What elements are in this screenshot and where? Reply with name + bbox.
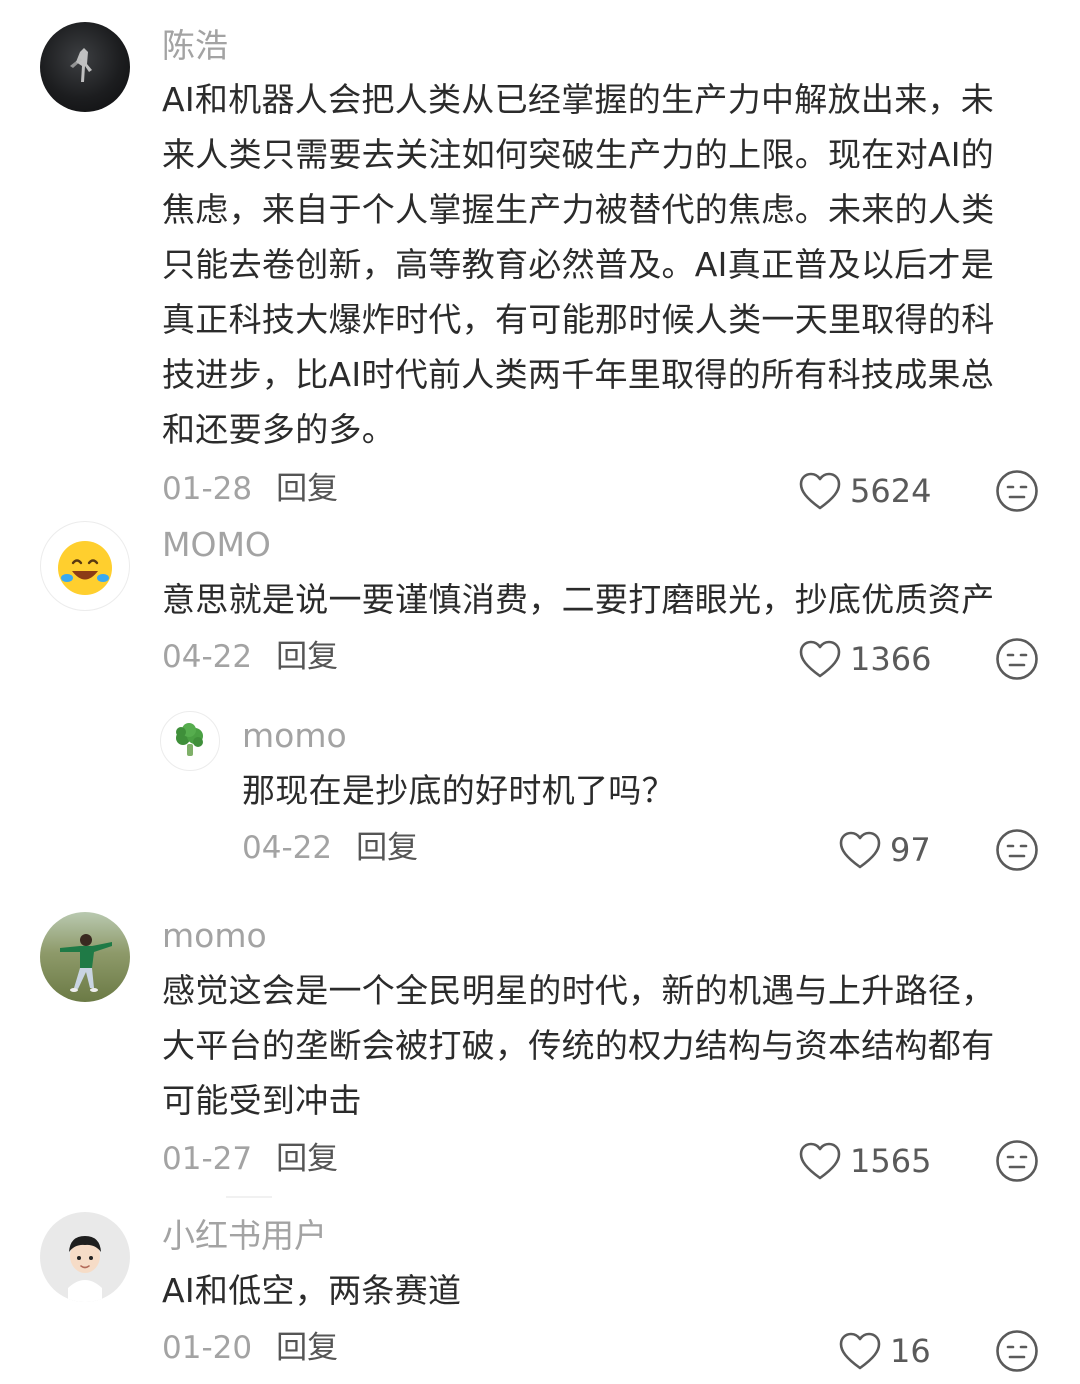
comment-line: 意思就是说一要谨慎消费，二要打磨眼光，抄底优质资产 xyxy=(162,580,995,619)
comment-date: 01-28 xyxy=(162,471,253,507)
like-button[interactable]: 5624 xyxy=(798,466,931,516)
dislike-face-icon[interactable] xyxy=(995,1329,1039,1373)
avatar[interactable] xyxy=(40,912,130,1002)
like-count: 97 xyxy=(890,831,931,869)
username[interactable]: 小红书用户 xyxy=(162,1216,327,1256)
like-count: 1366 xyxy=(850,640,932,678)
dislike-face-icon[interactable] xyxy=(995,469,1039,513)
heart-icon xyxy=(839,831,881,869)
comment-text: AI和机器人会把人类从已经掌握的生产力中解放出来，未 来人类只需要去关注如何突破… xyxy=(162,72,1052,457)
heart-icon xyxy=(839,1332,881,1370)
reply-button[interactable]: 回复 xyxy=(356,830,418,866)
comment-date: 04-22 xyxy=(162,639,253,675)
comment-line: 那现在是抄底的好时机了吗？ xyxy=(242,771,675,810)
like-button[interactable]: 97 xyxy=(838,825,931,875)
avatar[interactable] xyxy=(40,1212,130,1302)
username[interactable]: 陈浩 xyxy=(162,26,228,66)
comment-meta: 04-22 回复 xyxy=(162,637,338,677)
comment-date: 01-27 xyxy=(162,1141,253,1177)
avatar[interactable] xyxy=(160,711,220,771)
comment-text: AI和低空，两条赛道 xyxy=(162,1263,1052,1318)
dislike-face-icon[interactable] xyxy=(995,1139,1039,1183)
avatar[interactable] xyxy=(40,521,130,611)
reply-button[interactable]: 回复 xyxy=(276,1330,338,1366)
heart-icon xyxy=(799,472,841,510)
comment-meta: 01-20 回复 xyxy=(162,1328,338,1368)
like-button[interactable]: 1565 xyxy=(798,1136,931,1186)
reply-button[interactable]: 回复 xyxy=(276,639,338,675)
comment-meta: 04-22 回复 xyxy=(242,828,418,868)
comment-line: AI和低空，两条赛道 xyxy=(162,1271,462,1310)
girl-grassland-avatar-icon xyxy=(60,934,112,992)
comment-line: 来人类只需要去关注如何突破生产力的上限。现在对AI的 xyxy=(162,135,995,174)
comment-date: 04-22 xyxy=(242,830,333,866)
dislike-face-icon[interactable] xyxy=(995,828,1039,872)
username[interactable]: MOMO xyxy=(162,525,271,565)
comment-meta: 01-28 回复 xyxy=(162,469,338,509)
like-count: 16 xyxy=(890,1332,931,1370)
dislike-face-icon[interactable] xyxy=(995,637,1039,681)
avatar[interactable] xyxy=(40,22,130,112)
divider xyxy=(226,1196,272,1198)
comment-text: 那现在是抄底的好时机了吗？ xyxy=(242,763,1022,818)
broccoli-avatar-icon xyxy=(176,723,203,756)
heart-icon xyxy=(799,1142,841,1180)
like-count: 1565 xyxy=(850,1142,932,1180)
comment-line: 大平台的垄断会被打破，传统的权力结构与资本结构都有 xyxy=(162,1026,995,1065)
reply-button[interactable]: 回复 xyxy=(276,1141,338,1177)
comment-list: 陈浩 AI和机器人会把人类从已经掌握的生产力中解放出来，未 来人类只需要去关注如… xyxy=(0,0,1080,1384)
comment-line: 焦虑，来自于个人掌握生产力被替代的焦虑。未来的人类 xyxy=(162,190,995,229)
comment-line: 和还要多的多。 xyxy=(162,410,396,449)
comment-line: 真正科技大爆炸时代，有可能那时候人类一天里取得的科 xyxy=(162,300,995,339)
comment-line: 可能受到冲击 xyxy=(162,1081,362,1120)
like-count: 5624 xyxy=(850,472,932,510)
like-button[interactable]: 1366 xyxy=(798,634,931,684)
cartoon-boy-avatar-icon xyxy=(68,1236,102,1302)
comment-line: 感觉这会是一个全民明星的时代，新的机遇与上升路径， xyxy=(162,971,995,1010)
username[interactable]: momo xyxy=(242,716,347,756)
comment-text: 意思就是说一要谨慎消费，二要打磨眼光，抄底优质资产 xyxy=(162,572,1052,627)
heart-icon xyxy=(799,640,841,678)
comment-text: 感觉这会是一个全民明星的时代，新的机遇与上升路径， 大平台的垄断会被打破，传统的… xyxy=(162,963,1052,1128)
like-button[interactable]: 16 xyxy=(838,1326,931,1376)
laughing-emoji-avatar-icon xyxy=(58,541,112,595)
dark-figure-avatar-icon xyxy=(70,48,92,82)
reply-button[interactable]: 回复 xyxy=(276,471,338,507)
comment-meta: 01-27 回复 xyxy=(162,1139,338,1179)
comment-line: AI和机器人会把人类从已经掌握的生产力中解放出来，未 xyxy=(162,80,995,119)
comment-line: 只能去卷创新，高等教育必然普及。AI真正普及以后才是 xyxy=(162,245,995,284)
comment-date: 01-20 xyxy=(162,1330,253,1366)
username[interactable]: momo xyxy=(162,916,267,956)
comment-line: 技进步，比AI时代前人类两千年里取得的所有科技成果总 xyxy=(162,355,995,394)
